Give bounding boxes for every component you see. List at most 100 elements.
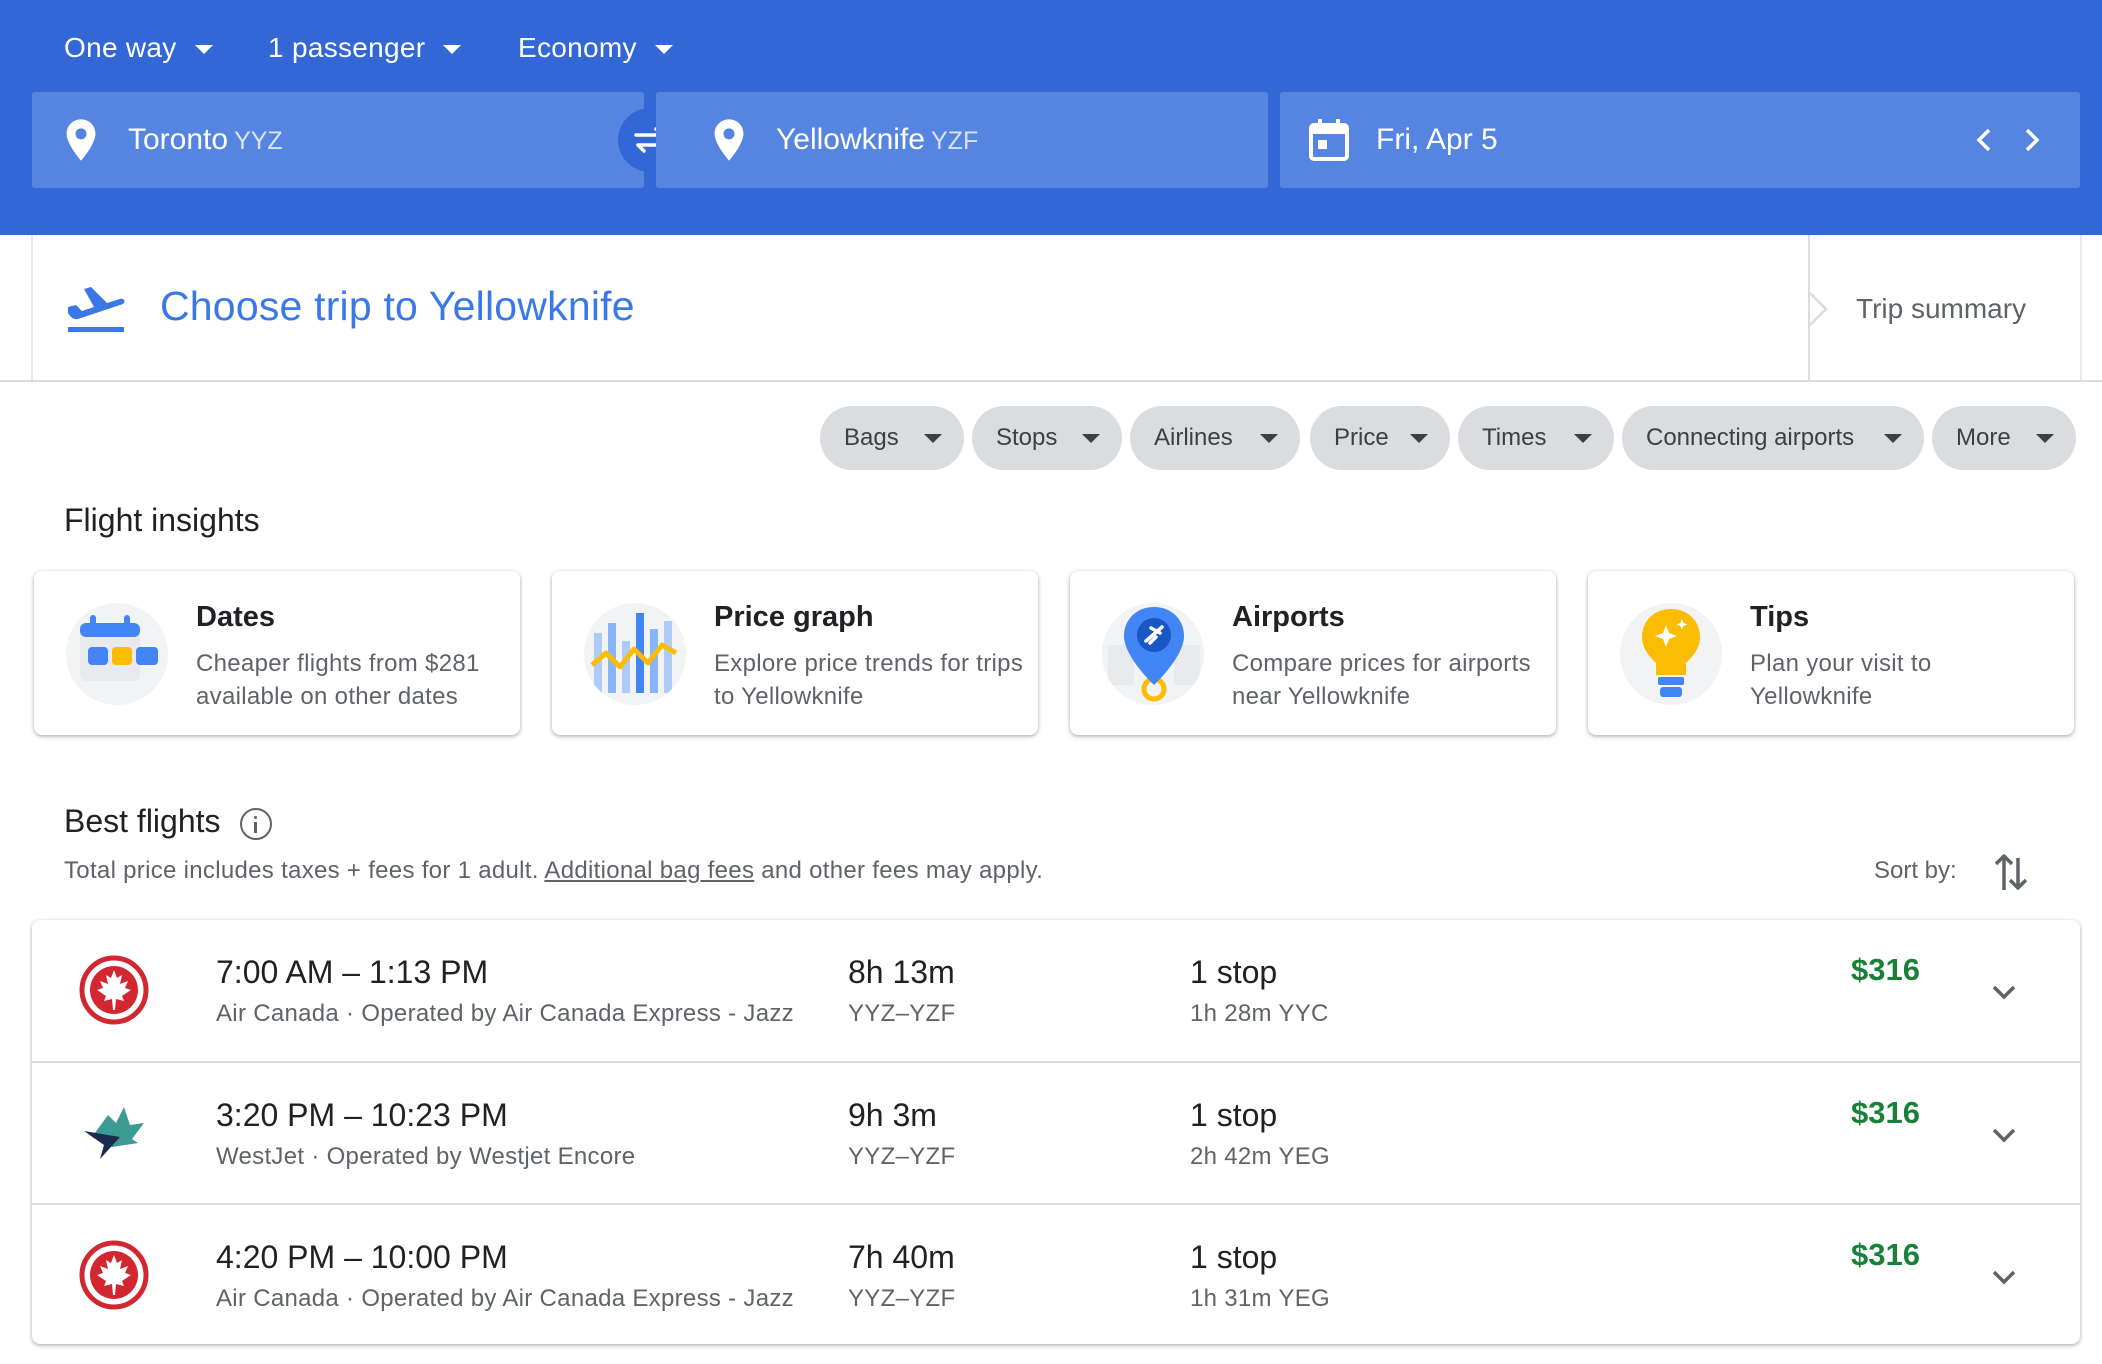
best-flights-title: Best flights [64,803,221,839]
flight-route: YYZ–YZF [848,1000,956,1027]
filter-chip-airlines[interactable]: Airlines [1130,406,1300,470]
sort-icon[interactable] [1994,852,2028,892]
flight-stops: 1 stop [1190,1239,1278,1275]
price-note: Total price includes taxes + fees for 1 … [64,857,1043,885]
flight-layover: 1h 28m YYC [1190,1000,1329,1027]
filter-chip-price[interactable]: Price [1310,406,1450,470]
insight-card-description: Compare prices for airports near Yellowk… [1232,650,1531,710]
insight-card-tips[interactable]: Tips Plan your visit to Yellowknife [1588,571,2074,735]
flight-row[interactable]: 4:20 PM – 10:00 PM Air Canada · Operated… [32,1203,2080,1344]
chip-label: Connecting airports [1646,424,1855,451]
departure-date: Fri, Apr 5 [1376,123,1498,156]
operator-name: Operated by Air Canada Express - Jazz [361,1000,794,1027]
flight-price: $316 [1851,1095,1920,1130]
bag-fees-link[interactable]: Additional bag fees [544,857,754,884]
caret-down-icon [2036,434,2054,443]
calendar-icon [1309,119,1349,161]
price-note-text: Total price includes taxes + fees for 1 … [64,857,539,884]
filter-chip-bags[interactable]: Bags [820,406,964,470]
info-icon[interactable] [240,808,272,840]
caret-down-icon [1082,434,1100,443]
flight-duration: 7h 40m [848,1239,955,1275]
trip-title: Choose trip to Yellowknife [160,283,635,329]
insight-card-title: Price graph [714,601,874,633]
passengers-label: 1 passenger [268,32,426,63]
destination-field[interactable]: Yellowknife YZF [656,92,1268,188]
flight-row[interactable]: 7:00 AM – 1:13 PM Air Canada · Operated … [32,920,2080,1061]
filter-chip-stops[interactable]: Stops [972,406,1122,470]
flight-times: 7:00 AM – 1:13 PM [216,954,489,990]
operator-name: Operated by Air Canada Express - Jazz [361,1285,794,1312]
chevron-down-icon[interactable] [1984,1115,2024,1155]
insight-card-dates[interactable]: Dates Cheaper flights from $281 availabl… [34,571,520,735]
next-date-button[interactable] [2012,120,2052,160]
flight-layover: 1h 31m YEG [1190,1285,1330,1312]
price-graph-icon [584,603,686,705]
flight-times: 4:20 PM – 10:00 PM [216,1239,508,1275]
chip-label: Airlines [1154,424,1233,451]
chevron-down-icon[interactable] [1984,1257,2024,1297]
chevron-down-icon[interactable] [1984,972,2024,1012]
caret-down-icon [1410,434,1428,443]
divider [2080,235,2082,380]
insight-card-description: Plan your visit to Yellowknife [1750,650,1932,710]
air-canada-logo [79,1240,149,1310]
insight-card-price-graph[interactable]: Price graph Explore price trends for tri… [552,571,1038,735]
location-pin-icon [66,119,96,161]
trip-type-label: One way [64,32,177,63]
flight-stops: 1 stop [1190,1097,1278,1133]
flight-price: $316 [1851,1237,1920,1272]
flight-row[interactable]: 3:20 PM – 10:23 PM WestJet · Operated by… [32,1061,2080,1202]
cabin-class-dropdown[interactable]: Economy [518,24,673,72]
caret-down-icon [1260,434,1278,443]
location-pin-icon [714,119,744,161]
flight-route: YYZ–YZF [848,1143,956,1170]
caret-down-icon [1884,434,1902,443]
sort-by-label: Sort by: [1874,857,1957,884]
filter-chip-more[interactable]: More [1932,406,2076,470]
flight-carrier: Air Canada · Operated by Air Canada Expr… [216,1285,794,1312]
flight-list: 7:00 AM – 1:13 PM Air Canada · Operated … [32,920,2080,1344]
chip-label: Price [1334,424,1389,451]
insight-card-airports[interactable]: Airports Compare prices for airports nea… [1070,571,1556,735]
chip-label: Stops [996,424,1058,451]
price-note-suffix: and other fees may apply. [761,857,1044,884]
departure-date-field[interactable]: Fri, Apr 5 [1280,92,2080,188]
flight-stops: 1 stop [1190,954,1278,990]
trip-summary-link[interactable]: Trip summary [1856,293,2026,325]
search-header: One way 1 passenger Economy TorontoYYZ [0,0,2102,235]
caret-down-icon [194,45,213,54]
filter-chip-connecting-airports[interactable]: Connecting airports [1622,406,1924,470]
trip-type-dropdown[interactable]: One way [64,24,213,72]
previous-date-button[interactable] [1964,120,2004,160]
air-canada-logo [79,955,149,1025]
caret-down-icon [443,45,462,54]
origin-city: Toronto [128,123,229,156]
operator-name: Operated by Westjet Encore [326,1143,636,1170]
chevron-right-icon [2025,128,2040,152]
origin-code: YYZ [234,127,283,155]
airport-pin-icon [1102,603,1204,705]
origin-field[interactable]: Toronto YYZ [32,92,644,188]
flight-duration: 9h 3m [848,1097,937,1133]
chip-label: More [1956,424,2011,451]
filter-chip-times[interactable]: Times [1458,406,1614,470]
flight-carrier: WestJet · Operated by Westjet Encore [216,1143,636,1170]
calendar-dates-icon [66,603,168,705]
passengers-dropdown[interactable]: 1 passenger [268,24,462,72]
insight-card-title: Tips [1750,601,1810,633]
insight-card-description: Cheaper flights from $281 available on o… [196,650,480,710]
westjet-logo [84,1107,144,1159]
insight-card-title: Airports [1232,601,1345,633]
flight-duration: 8h 13m [848,954,955,990]
insight-card-title: Dates [196,601,275,633]
chevron-right-icon [1809,292,1828,326]
lightbulb-icon [1620,603,1722,705]
caret-down-icon [654,45,673,54]
flight-carrier: Air Canada · Operated by Air Canada Expr… [216,1000,794,1027]
chip-label: Times [1482,424,1547,451]
chevron-left-icon [1976,128,1991,152]
airline-name: Air Canada [216,1000,340,1027]
flight-layover: 2h 42m YEG [1190,1143,1330,1170]
cabin-class-label: Economy [518,32,637,63]
